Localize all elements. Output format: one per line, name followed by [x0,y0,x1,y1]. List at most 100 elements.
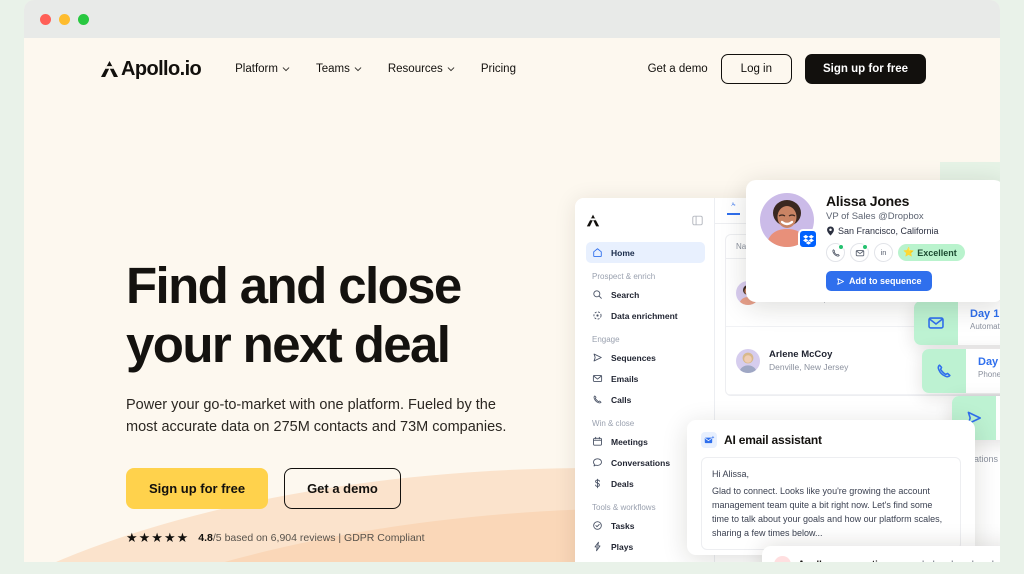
ai-email-assistant-card: AI email assistant Hi Alissa, Glad to co… [687,420,975,555]
sidebar-item-data-enrichment[interactable]: Data enrichment [586,305,705,326]
hero-subheading: Power your go-to-market with one platfor… [126,394,526,438]
contact-chip-linkedin[interactable]: in [874,243,893,262]
sequence-step-card-2[interactable]: Day 3 Phone Call [922,349,1000,393]
rating-detail: /5 based on 6,904 reviews | GDPR Complia… [213,532,425,544]
status-badge: ⭐ Excellent [898,244,965,261]
home-icon [592,247,603,258]
close-window-button[interactable] [40,14,51,25]
sidebar-group-engage: Engage [592,335,705,344]
map-pin-icon [826,226,835,236]
contact-chip-email[interactable] [850,243,869,262]
contact-detail-card: Alissa Jones VP of Sales @Dropbox San Fr… [746,180,1000,302]
rating-score: 4.8 [198,532,213,544]
search-icon [592,289,603,300]
apollo-conversations-card: Apollo conversations recorded and analyz… [762,546,1000,562]
sequence-step-day: Day 3 [978,356,1000,368]
browser-window: Apollo.io Platform Teams Resources [24,0,1000,562]
sidebar-item-deals-label: Deals [611,479,634,489]
sidebar-item-sequences-label: Sequences [611,353,656,363]
apollo-mark-icon [586,214,600,227]
hero-heading-line2: your next deal [126,316,449,373]
add-person-icon[interactable] [727,202,740,215]
contact-chip-phone[interactable] [826,243,845,262]
conversations-headline-bold: Apollo conversations [798,559,895,562]
sidebar-item-sequences[interactable]: Sequences [586,347,705,368]
sidebar-item-search[interactable]: Search [586,284,705,305]
avatar [736,349,760,373]
sequence-step-icon-box [914,301,958,345]
dropbox-icon [803,234,814,245]
sidebar-item-calls[interactable]: Calls [586,389,705,410]
sequence-step-day: Day 1 [970,308,1000,320]
sign-up-button[interactable]: Sign up for free [805,54,926,84]
sequence-step-text: Da Con [996,396,1000,440]
conversations-headline-rest: recorded and analyzed a me [895,559,1000,562]
hero-signup-button[interactable]: Sign up for free [126,468,268,509]
get-a-demo-link[interactable]: Get a demo [648,63,708,75]
sidebar-item-data-enrichment-label: Data enrichment [611,311,678,321]
sequence-step-card-1[interactable]: Day 1 Automatic Email [914,301,1000,345]
maximize-window-button[interactable] [78,14,89,25]
chevron-down-icon [447,65,455,73]
log-in-button[interactable]: Log in [721,54,792,84]
page-content: Apollo.io Platform Teams Resources [24,38,1000,562]
hero-demo-button[interactable]: Get a demo [284,468,401,509]
sequence-step-icon-box [922,349,966,393]
nav-link-resources[interactable]: Resources [388,63,455,75]
add-to-sequence-label: Add to sequence [849,276,922,286]
ai-card-greeting: Hi Alissa, [712,467,950,481]
linkedin-icon: in [881,248,887,257]
check-circle-icon [592,520,603,531]
screenshot-root: Apollo.io Platform Teams Resources [0,0,1024,574]
rating-text: 4.8/5 based on 6,904 reviews | GDPR Comp… [198,532,424,544]
apollo-logo[interactable]: Apollo.io [100,58,201,81]
video-camera-icon [774,556,791,562]
data-enrichment-icon [592,310,603,321]
star-icon: ⭐ [903,247,914,258]
sidebar-item-emails[interactable]: Emails [586,368,705,389]
sidebar-item-home[interactable]: Home [586,242,705,263]
contact-card-location: San Francisco, California [826,226,965,236]
nav-link-platform[interactable]: Platform [235,63,290,75]
status-badge-label: Excellent [917,248,957,258]
nav-link-pricing[interactable]: Pricing [481,63,516,75]
nav-link-pricing-label: Pricing [481,63,516,75]
lightning-icon [592,541,603,552]
star-rating-icon: ★★★★★ [126,530,189,546]
sidebar-item-tasks-label: Tasks [611,521,634,531]
sidebar-item-home-label: Home [611,248,635,258]
calendar-icon [592,436,603,447]
ai-card-text: Glad to connect. Looks like you're growi… [712,484,950,540]
mail-icon [592,373,603,384]
table-row-text: Arlene McCoy Denville, New Jersey [769,349,848,372]
sequence-step-type: Automatic Email [970,322,1000,331]
sidebar-item-analytics[interactable]: Analytics [586,557,705,562]
sidebar-item-calls-label: Calls [611,395,631,405]
partial-conversations-label: ations [974,454,998,464]
mail-icon [927,314,945,332]
video-camera-glyph-icon [778,560,788,563]
ai-card-title: AI email assistant [724,433,822,447]
dropbox-badge [798,229,818,249]
panel-collapse-icon[interactable] [692,215,703,226]
apollo-logo-text: Apollo.io [121,58,201,81]
contact-avatar [760,193,814,247]
contact-card-info: Alissa Jones VP of Sales @Dropbox San Fr… [826,193,965,289]
apollo-logo-icon [100,60,119,78]
sequence-step-text: Day 1 Automatic Email [958,301,1000,345]
contact-card-name: Alissa Jones [826,193,965,209]
send-icon [592,352,603,363]
dollar-icon [592,478,603,489]
nav-link-teams[interactable]: Teams [316,63,362,75]
ai-email-glyph-icon [704,435,715,446]
nav-link-teams-label: Teams [316,63,350,75]
add-to-sequence-button[interactable]: Add to sequence [826,271,932,291]
chat-bubble-icon [592,457,603,468]
contact-name: Arlene McCoy [769,349,848,360]
contact-card-role: VP of Sales @Dropbox [826,211,965,222]
phone-icon [935,362,953,380]
conversations-card-header: Apollo conversations recorded and analyz… [774,556,1000,562]
minimize-window-button[interactable] [59,14,70,25]
sidebar-item-conversations-label: Conversations [611,458,670,468]
verified-dot-icon [838,244,844,250]
